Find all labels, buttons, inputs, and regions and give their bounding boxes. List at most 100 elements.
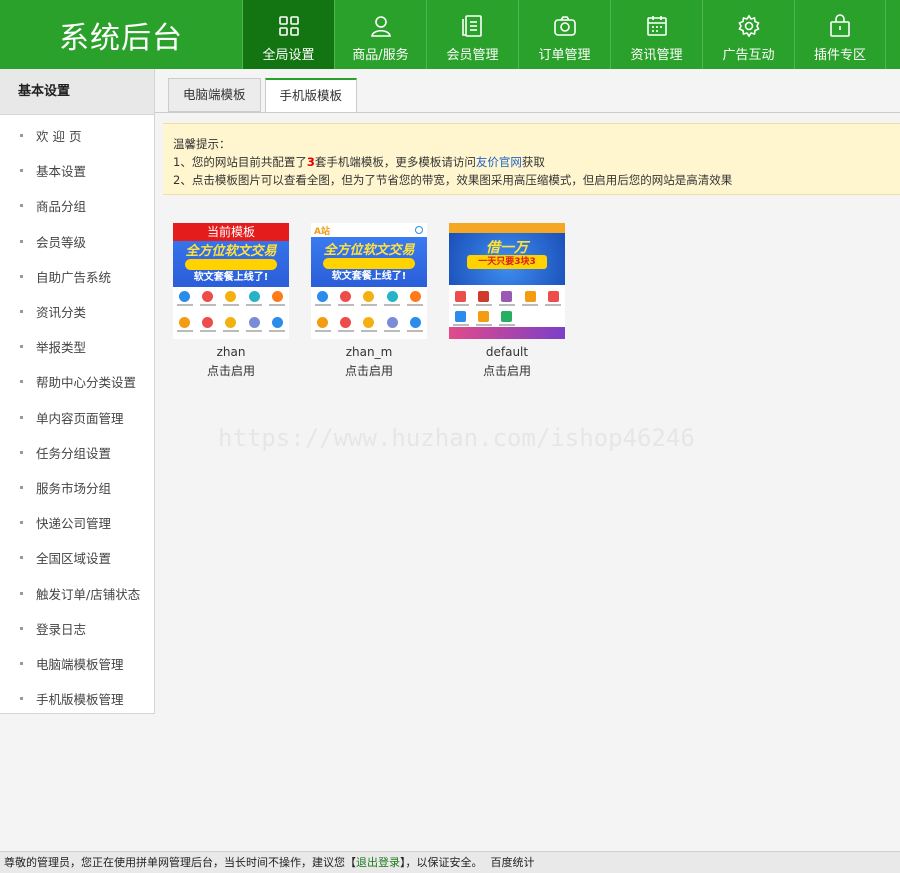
bullet-icon	[20, 661, 23, 665]
thumb-topbar: A站	[311, 223, 427, 237]
sidebar-item-member-levels[interactable]: 会员等级	[0, 224, 154, 259]
bullet-icon	[20, 415, 23, 419]
thumb-search-icon	[415, 226, 423, 234]
sidebar-item-label: 欢 迎 页	[36, 129, 82, 145]
sidebar-item-basic-settings[interactable]: 基本设置	[0, 153, 154, 188]
thumb-footer-banner	[449, 327, 565, 339]
notice-text: 1、您的网站目前共配置了	[173, 155, 307, 169]
logout-link[interactable]: 退出登录	[356, 856, 400, 869]
template-tabs: 电脑端模板 手机版模板	[168, 78, 361, 113]
nav-item-global-settings[interactable]: 全局设置	[242, 0, 334, 69]
sidebar-item-label: 手机版模板管理	[36, 692, 124, 708]
app-logo: 系统后台	[59, 20, 183, 56]
bullet-icon	[20, 134, 23, 138]
bullet-icon	[20, 380, 23, 384]
template-thumbnail[interactable]: 当前模板 全方位软文交易 软文套餐上线了!	[173, 223, 289, 339]
sidebar-item-label: 自助广告系统	[36, 269, 112, 285]
template-count: 3	[306, 155, 315, 169]
thumb-sub: 一天只要3块3	[467, 255, 547, 269]
notice-line-2: 2、点击模板图片可以查看全图，但为了节省您的带宽，效果图采用高压缩模式，但启用后…	[173, 173, 733, 187]
template-thumbnail[interactable]: A站 全方位软文交易 软文套餐上线了!	[311, 223, 427, 339]
sidebar-item-single-pages[interactable]: 单内容页面管理	[0, 400, 154, 435]
sidebar-title: 基本设置	[0, 69, 154, 115]
sidebar-item-news-categories[interactable]: 资讯分类	[0, 294, 154, 329]
notice-text: 获取	[521, 155, 545, 169]
bullet-icon	[20, 521, 23, 525]
document-icon	[460, 13, 486, 39]
bullet-icon	[20, 274, 23, 278]
sidebar-item-report-types[interactable]: 举报类型	[0, 329, 154, 364]
notice-title: 温馨提示：	[173, 137, 231, 151]
thumb-brand: A站	[314, 227, 330, 237]
bullet-icon	[20, 485, 23, 489]
nav-item-plugins[interactable]: 插件专区	[794, 0, 886, 69]
bullet-icon	[20, 556, 23, 560]
sidebar-item-label: 触发订单/店铺状态	[36, 586, 141, 602]
sidebar-list: 欢 迎 页 基本设置 商品分组 会员等级 自助广告系统 资讯分类 举报类型 帮助…	[0, 115, 154, 716]
thumb-pill	[323, 258, 415, 269]
sidebar-item-pc-templates[interactable]: 电脑端模板管理	[0, 646, 154, 681]
nav-label: 会员管理	[446, 48, 499, 63]
enable-template-link[interactable]: 点击启用	[449, 362, 565, 379]
sidebar-item-regions[interactable]: 全国区域设置	[0, 540, 154, 575]
enable-template-link[interactable]: 点击启用	[173, 362, 289, 379]
nav-label: 商品/服务	[352, 48, 409, 63]
sidebar-item-mobile-templates[interactable]: 手机版模板管理	[0, 681, 154, 716]
nav-label: 订单管理	[538, 48, 591, 63]
sidebar-item-login-log[interactable]: 登录日志	[0, 611, 154, 646]
thumb-slogan: 全方位软文交易	[185, 244, 277, 259]
grid-icon	[276, 13, 302, 39]
sidebar-item-label: 全国区域设置	[36, 551, 112, 567]
sidebar-item-express[interactable]: 快递公司管理	[0, 505, 154, 540]
calendar-icon	[644, 13, 670, 39]
nav-item-ads[interactable]: 广告互动	[702, 0, 794, 69]
template-card-zhan[interactable]: 当前模板 全方位软文交易 软文套餐上线了! zhan 点击启用	[173, 223, 289, 379]
bag-icon	[827, 13, 853, 39]
tab-pc-template[interactable]: 电脑端模板	[168, 78, 261, 112]
nav-item-members[interactable]: 会员管理	[426, 0, 518, 69]
template-card-zhan-m[interactable]: A站 全方位软文交易 软文套餐上线了! zhan_m 点击启用	[311, 223, 427, 379]
footer-text: 】，以保证安全。	[400, 856, 483, 869]
template-name: default	[485, 345, 529, 359]
sidebar-item-trigger-status[interactable]: 触发订单/店铺状态	[0, 575, 154, 610]
sidebar-item-label: 单内容页面管理	[36, 410, 124, 426]
main-content: 电脑端模板 手机版模板 温馨提示： 1、您的网站目前共配置了3套手机端模板，更多…	[155, 69, 900, 851]
official-site-link[interactable]: 友价官网	[476, 155, 522, 169]
user-icon	[368, 13, 394, 39]
nav-label: 全局设置	[262, 48, 315, 63]
thumb-sub: 软文套餐上线了!	[331, 271, 407, 282]
bullet-icon	[20, 169, 23, 173]
sidebar-item-label: 电脑端模板管理	[36, 656, 124, 672]
notice-box: 温馨提示： 1、您的网站目前共配置了3套手机端模板，更多模板请访问友价官网获取 …	[163, 123, 900, 195]
template-thumbnail[interactable]: 借一万 一天只要3块3	[449, 223, 565, 339]
bullet-icon	[20, 204, 23, 208]
sidebar-item-task-groups[interactable]: 任务分组设置	[0, 435, 154, 470]
status-footer: 尊敬的管理员，您正在使用拼单网管理后台，当长时间不操作，建议您【退出登录】，以保…	[0, 851, 900, 873]
notice-text: 套手机端模板，更多模板请访问	[314, 155, 476, 169]
sidebar-item-label: 任务分组设置	[36, 445, 112, 461]
enable-template-link[interactable]: 点击启用	[311, 362, 427, 379]
sidebar-item-help-categories[interactable]: 帮助中心分类设置	[0, 364, 154, 399]
thumb-icon-grid	[311, 287, 427, 339]
top-header: 系统后台 全局设置 商品/服务 会员管理 订单管理 资讯管理 广告互动 插件专区	[0, 0, 900, 69]
nav-label: 插件专区	[813, 48, 866, 63]
tab-mobile-template[interactable]: 手机版模板	[264, 78, 358, 113]
nav-item-orders[interactable]: 订单管理	[518, 0, 610, 69]
footer-text: 尊敬的管理员，您正在使用拼单网管理后台，当长时间不操作，建议您【	[4, 856, 356, 869]
nav-label: 广告互动	[722, 48, 775, 63]
sidebar-item-service-groups[interactable]: 服务市场分组	[0, 470, 154, 505]
notice-line-1: 1、您的网站目前共配置了3套手机端模板，更多模板请访问友价官网获取	[173, 153, 900, 171]
nav-item-news[interactable]: 资讯管理	[610, 0, 702, 69]
template-card-default[interactable]: 借一万 一天只要3块3 default 点击启用	[449, 223, 565, 379]
sidebar-item-self-ads[interactable]: 自助广告系统	[0, 259, 154, 294]
camera-icon	[552, 13, 578, 39]
sidebar-item-goods-groups[interactable]: 商品分组	[0, 188, 154, 223]
sidebar-item-welcome[interactable]: 欢 迎 页	[0, 118, 154, 153]
baidu-stat-link[interactable]: 百度统计	[491, 856, 535, 869]
current-template-badge: 当前模板	[173, 223, 289, 241]
bullet-icon	[20, 697, 23, 701]
thumb-topbar	[449, 223, 565, 233]
template-name: zhan	[216, 345, 246, 359]
thumb-slogan: 全方位软文交易	[323, 243, 415, 258]
nav-item-goods[interactable]: 商品/服务	[334, 0, 426, 69]
